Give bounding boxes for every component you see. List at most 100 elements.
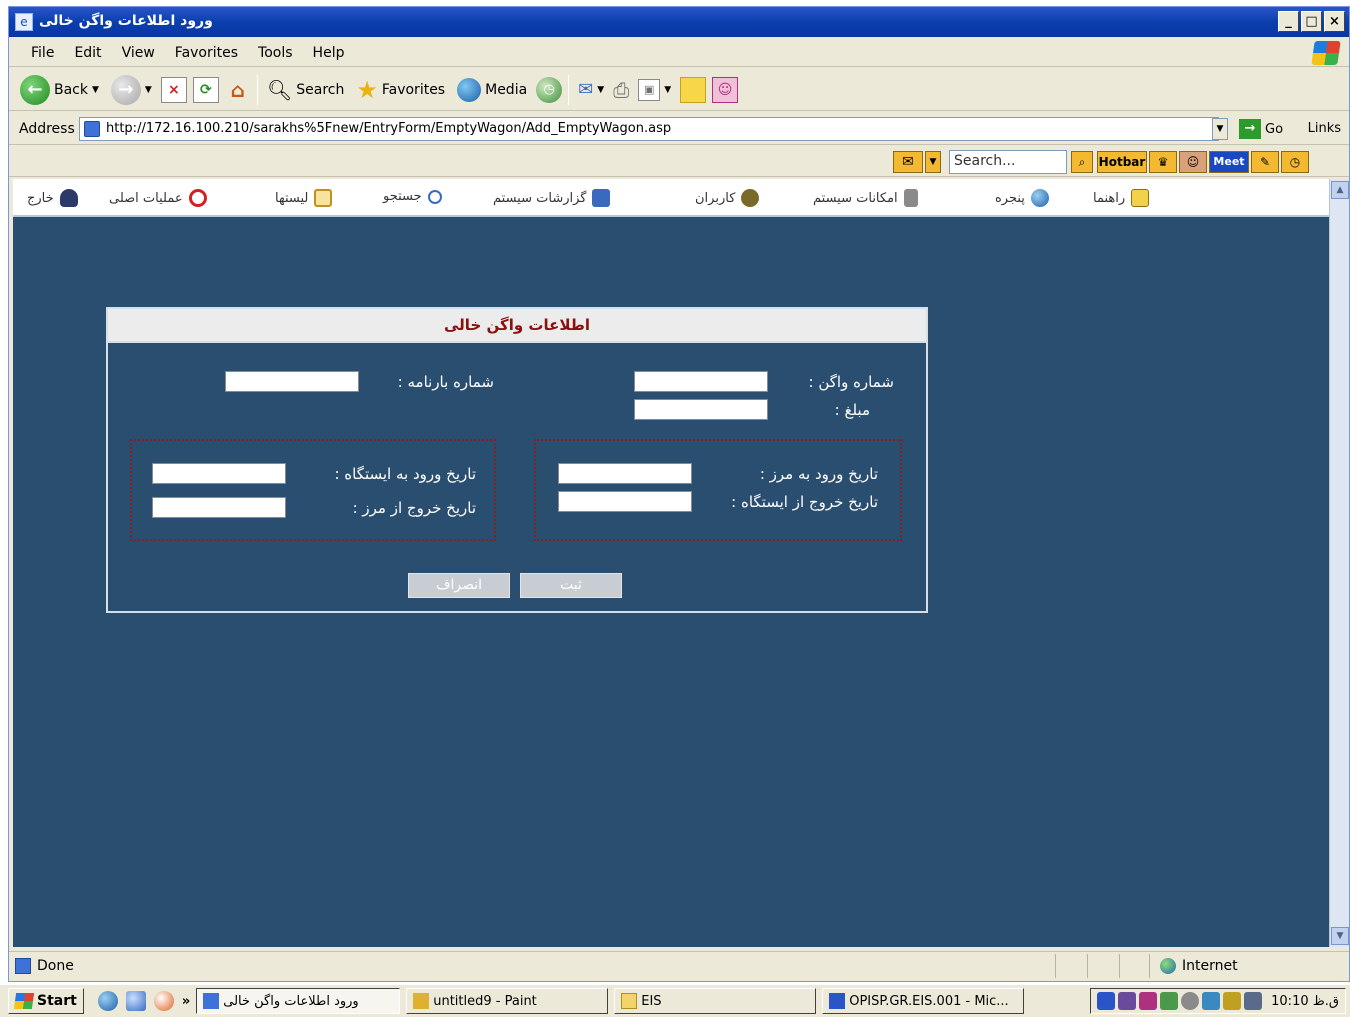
meet-button[interactable]: Meet xyxy=(1209,151,1249,173)
hotbar-mail-icon[interactable]: ✉ xyxy=(893,151,923,173)
menu-users[interactable]: کاربران xyxy=(695,189,760,207)
tray-app-icon[interactable] xyxy=(1118,992,1137,1010)
quicklaunch-more-icon[interactable]: » xyxy=(182,994,190,1009)
station-entry-date-input[interactable] xyxy=(152,463,286,484)
mail-icon: ✉ xyxy=(578,79,594,100)
title-bar[interactable]: e ورود اطلاعات واگن خالی _ □ × xyxy=(9,7,1349,37)
amount-label: مبلغ : xyxy=(834,401,870,419)
form-header: اطلاعات واگن خالی xyxy=(108,309,926,343)
station-entry-date-label: تاریخ ورود به ایستگاه : xyxy=(334,465,476,483)
pen-icon[interactable]: ✎ xyxy=(1251,151,1279,173)
amount-input[interactable] xyxy=(634,399,768,420)
task-paint-icon xyxy=(413,993,430,1009)
crown-icon[interactable]: ♛ xyxy=(1149,151,1177,173)
task-ie-form[interactable]: ورود اطلاعات واگن خالی xyxy=(196,988,401,1014)
hotbar-search-input[interactable]: Search... xyxy=(949,150,1067,174)
empty-wagon-form: اطلاعات واگن خالی شماره واگن : مبلغ : شم… xyxy=(106,307,928,613)
menu-help[interactable]: Help xyxy=(305,43,353,63)
forward-dropdown-icon[interactable]: ▼ xyxy=(145,85,152,95)
menu-main-operations[interactable]: عملیات اصلی xyxy=(109,189,207,207)
menu-file[interactable]: File xyxy=(23,43,62,63)
menu-favorites[interactable]: Favorites xyxy=(167,43,246,63)
media-button[interactable]: Media xyxy=(454,73,530,107)
stop-icon[interactable]: × xyxy=(160,76,187,103)
folder-note-icon[interactable] xyxy=(680,76,707,103)
menu-help[interactable]: راهنما xyxy=(1093,189,1150,207)
minimize-button[interactable]: _ xyxy=(1278,11,1299,32)
magnifier-icon: 🔍︎ xyxy=(266,77,293,102)
desktop-icon[interactable] xyxy=(125,991,146,1011)
messenger-icon[interactable]: ☺ xyxy=(712,76,739,103)
faces-icon[interactable]: ☺ xyxy=(1179,151,1207,173)
mail-dropdown-icon[interactable]: ▼ xyxy=(597,85,604,95)
submit-button[interactable]: ثبت xyxy=(520,573,622,598)
print-icon[interactable]: ⎙ xyxy=(613,78,629,102)
go-label: Go xyxy=(1265,121,1284,137)
scroll-down-icon[interactable]: ▼ xyxy=(1331,927,1349,945)
tray-app-icon[interactable] xyxy=(1223,992,1242,1010)
menu-system-reports[interactable]: گزارشات سیستم xyxy=(493,189,611,207)
report-icon xyxy=(592,189,611,207)
history-icon[interactable]: ◷ xyxy=(536,76,563,103)
clock-icon[interactable]: ◷ xyxy=(1281,151,1309,173)
wagon-number-input[interactable] xyxy=(634,371,768,392)
tray-app-icon[interactable] xyxy=(1181,992,1200,1010)
menu-edit[interactable]: Edit xyxy=(66,43,109,63)
start-button[interactable]: Start xyxy=(8,988,84,1014)
task-word-doc[interactable]: OPISP.GR.EIS.001 - Mic... xyxy=(822,988,1025,1014)
go-button[interactable]: → Go xyxy=(1239,119,1283,139)
hotbar-button[interactable]: Hotbar xyxy=(1097,151,1147,173)
tray-app-icon[interactable] xyxy=(1139,992,1158,1010)
menu-users-label: کاربران xyxy=(695,190,736,206)
hotbar-toolbar: ✉ ▼ Search... ⌕ Hotbar ♛ ☺ Meet ✎ ◷ xyxy=(9,147,1349,177)
refresh-icon[interactable]: ⟳ xyxy=(192,76,219,103)
station-exit-date-label: تاریخ خروج از ایستگاه : xyxy=(731,493,878,511)
task-paint[interactable]: untitled9 - Paint xyxy=(406,988,609,1014)
menu-exit-label: خارج xyxy=(27,190,54,206)
address-label: Address xyxy=(19,121,75,137)
back-button[interactable]: ← Back ▼ xyxy=(17,73,102,107)
maximize-button[interactable]: □ xyxy=(1301,11,1322,32)
task-eis[interactable]: EIS xyxy=(614,988,817,1014)
security-zone: Internet xyxy=(1149,954,1339,978)
scroll-up-icon[interactable]: ▲ xyxy=(1331,181,1349,199)
tray-app-icon[interactable] xyxy=(1160,992,1179,1010)
back-dropdown-icon[interactable]: ▼ xyxy=(92,85,99,95)
menu-search[interactable]: جستجو xyxy=(383,189,442,204)
language-icon[interactable] xyxy=(1097,992,1116,1010)
edit-button[interactable]: ▣ ▼ xyxy=(635,73,674,107)
home-icon[interactable]: ⌂ xyxy=(225,77,251,103)
vertical-scrollbar[interactable]: ▲ ▼ xyxy=(1329,179,1349,947)
page-status-icon xyxy=(15,958,31,974)
menu-tools[interactable]: Tools xyxy=(250,43,301,63)
address-dropdown-icon[interactable]: ▼ xyxy=(1212,118,1228,140)
border-entry-date-input[interactable] xyxy=(558,463,692,484)
menu-lists[interactable]: لیستها xyxy=(275,189,333,207)
menu-search-label: جستجو xyxy=(383,189,422,204)
address-url: http://172.16.100.210/sarakhs%5Fnew/Entr… xyxy=(106,121,672,136)
links-button[interactable]: Links xyxy=(1308,121,1341,136)
tray-app-icon[interactable] xyxy=(1202,992,1221,1010)
close-button[interactable]: × xyxy=(1324,11,1345,32)
forward-button[interactable]: → ▼ xyxy=(108,73,155,107)
hotbar-search-icon[interactable]: ⌕ xyxy=(1071,151,1093,173)
bill-number-input[interactable] xyxy=(225,371,359,392)
menu-exit[interactable]: خارج xyxy=(27,189,78,207)
menu-window[interactable]: پنجره xyxy=(995,189,1049,207)
edit-dropdown-icon[interactable]: ▼ xyxy=(664,85,671,95)
hotbar-mail-dropdown-icon[interactable]: ▼ xyxy=(925,151,941,173)
border-exit-date-input[interactable] xyxy=(152,497,286,518)
search-button[interactable]: 🔍︎ Search xyxy=(264,73,348,107)
menu-help-label: راهنما xyxy=(1093,190,1126,206)
cancel-button[interactable]: انصراف xyxy=(408,573,510,598)
media-player-icon[interactable] xyxy=(153,991,174,1011)
ie-quicklaunch-icon[interactable] xyxy=(97,991,118,1011)
station-exit-date-input[interactable] xyxy=(558,491,692,512)
page-icon xyxy=(84,121,100,137)
address-input[interactable]: http://172.16.100.210/sarakhs%5Fnew/Entr… xyxy=(79,117,1219,141)
menu-system-tools[interactable]: امکانات سیستم xyxy=(813,189,918,207)
network-icon[interactable] xyxy=(1244,992,1263,1010)
mail-button[interactable]: ✉ ▼ xyxy=(575,73,607,107)
menu-view[interactable]: View xyxy=(114,43,163,63)
favorites-button[interactable]: ★ Favorites xyxy=(353,73,448,107)
